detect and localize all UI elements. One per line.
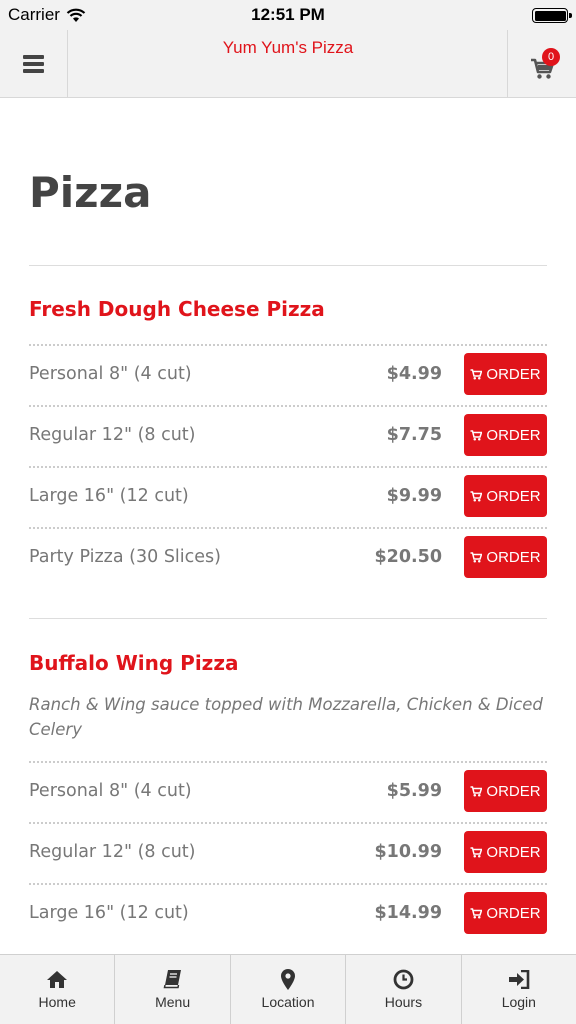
cart-icon: [470, 368, 483, 379]
battery-icon: [532, 8, 572, 23]
app-header: Yum Yum's Pizza 0: [0, 30, 576, 98]
menu-content[interactable]: Pizza Fresh Dough Cheese Pizza Personal …: [0, 98, 576, 954]
divider: [29, 618, 547, 619]
cart-icon: [470, 907, 483, 918]
clock-icon: [393, 968, 414, 990]
cart-icon: [470, 846, 483, 857]
app-title: Yum Yum's Pizza: [222, 38, 354, 57]
menu-button[interactable]: [0, 30, 68, 98]
cart-count-badge: 0: [542, 48, 560, 66]
cart-button[interactable]: 0: [507, 30, 576, 98]
section-title: Buffalo Wing Pizza: [29, 651, 239, 675]
item-price: $9.99: [386, 486, 442, 506]
login-icon: [508, 968, 530, 990]
cart-icon: [470, 490, 483, 501]
item-size: Personal 8" (4 cut): [29, 364, 192, 384]
item-price: $7.75: [386, 425, 442, 445]
book-icon: [163, 968, 183, 990]
item-price: $14.99: [374, 903, 442, 923]
order-button[interactable]: ORDER: [464, 353, 547, 395]
hamburger-icon: [23, 55, 44, 73]
tab-menu[interactable]: Menu: [115, 955, 231, 1024]
home-icon: [46, 968, 68, 990]
item-size: Personal 8" (4 cut): [29, 781, 192, 801]
tab-home[interactable]: Home: [0, 955, 116, 1024]
tab-bar: Home Menu Location Hours Login: [0, 954, 576, 1024]
page-title: Pizza: [29, 168, 152, 217]
item-size: Party Pizza (30 Slices): [29, 547, 221, 567]
map-pin-icon: [281, 968, 296, 990]
tab-label: Hours: [384, 994, 423, 1010]
order-button[interactable]: ORDER: [464, 475, 547, 517]
cart-icon: [470, 429, 483, 440]
price-row: Personal 8" (4 cut) $4.99 ORDER: [29, 344, 547, 405]
order-button[interactable]: ORDER: [464, 892, 547, 934]
section-description: Ranch & Wing sauce topped with Mozzarell…: [29, 695, 543, 739]
order-label: ORDER: [486, 843, 541, 861]
item-price: $10.99: [374, 842, 442, 862]
tab-label: Home: [38, 994, 76, 1010]
order-label: ORDER: [486, 487, 541, 505]
tab-label: Login: [501, 994, 536, 1010]
order-label: ORDER: [486, 904, 541, 922]
price-row: Large 16" (12 cut) $9.99 ORDER: [29, 466, 547, 527]
order-label: ORDER: [486, 365, 541, 383]
cart-icon: [470, 785, 483, 796]
item-price: $4.99: [386, 364, 442, 384]
price-row: Personal 8" (4 cut) $5.99 ORDER: [29, 761, 547, 822]
order-button[interactable]: ORDER: [464, 414, 547, 456]
order-button[interactable]: ORDER: [464, 770, 547, 812]
status-bar: Carrier 12:51 PM: [0, 0, 576, 30]
tab-label: Menu: [155, 994, 191, 1010]
item-size: Regular 12" (8 cut): [29, 425, 196, 445]
item-size: Large 16" (12 cut): [29, 903, 189, 923]
order-label: ORDER: [486, 548, 541, 566]
price-row: Large 16" (12 cut) $14.99 ORDER: [29, 883, 547, 944]
price-row: Regular 12" (8 cut) $7.75 ORDER: [29, 405, 547, 466]
item-price: $5.99: [386, 781, 442, 801]
order-label: ORDER: [486, 426, 541, 444]
price-row: Party Pizza (30 Slices) $20.50 ORDER: [29, 527, 547, 588]
section-title: Fresh Dough Cheese Pizza: [29, 297, 325, 321]
status-time: 12:51 PM: [251, 5, 325, 24]
tab-label: Location: [261, 994, 315, 1010]
item-size: Large 16" (12 cut): [29, 486, 189, 506]
price-row: Regular 12" (8 cut) $10.99 ORDER: [29, 822, 547, 883]
item-price: $20.50: [374, 547, 442, 567]
cart-icon: [470, 551, 483, 562]
tab-login[interactable]: Login: [462, 955, 576, 1024]
order-button[interactable]: ORDER: [464, 536, 547, 578]
divider: [29, 265, 547, 266]
tab-hours[interactable]: Hours: [346, 955, 462, 1024]
order-button[interactable]: ORDER: [464, 831, 547, 873]
tab-location[interactable]: Location: [231, 955, 347, 1024]
order-label: ORDER: [486, 782, 541, 800]
item-size: Regular 12" (8 cut): [29, 842, 196, 862]
